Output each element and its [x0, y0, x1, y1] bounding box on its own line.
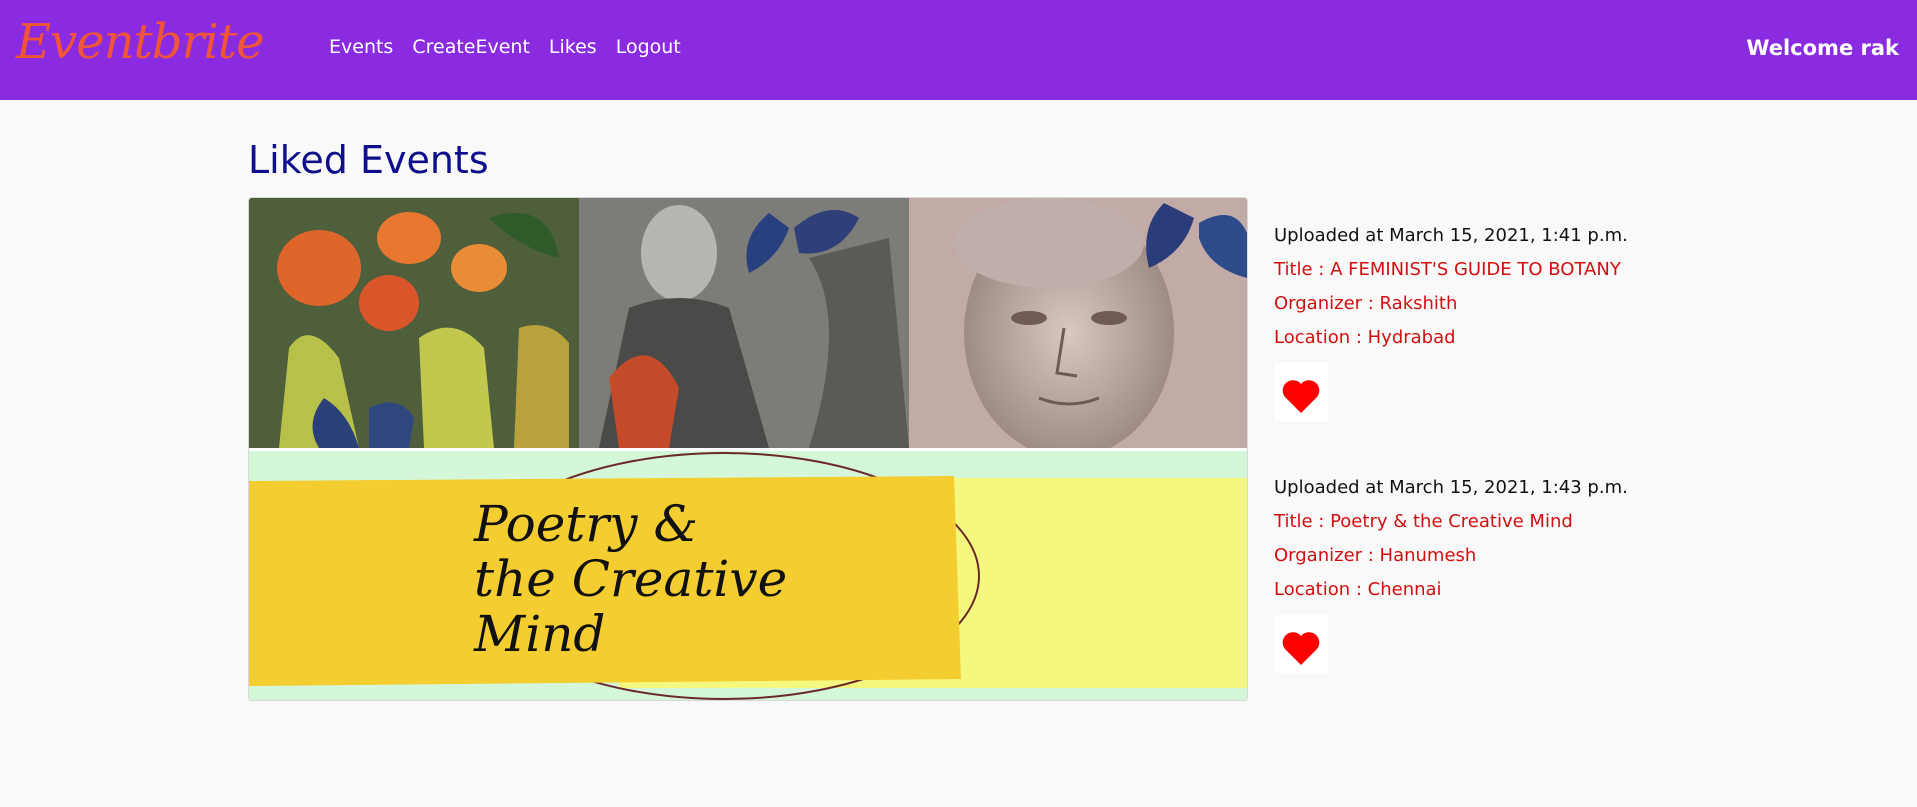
- poetry-line-3: Mind: [473, 605, 605, 663]
- event-image-botany: [249, 198, 1247, 448]
- poetry-line-1: Poetry &: [473, 495, 698, 553]
- welcome-text: Welcome rak: [1746, 36, 1899, 60]
- event-image-poetry: Poetry & the Creative Mind: [249, 451, 1247, 700]
- event-uploaded: Uploaded at March 15, 2021, 1:43 p.m.: [1274, 477, 1628, 498]
- event-organizer: Organizer : Rakshith: [1274, 293, 1458, 314]
- like-button[interactable]: [1274, 615, 1328, 673]
- like-button[interactable]: [1274, 363, 1328, 421]
- nav-link-logout[interactable]: Logout: [616, 36, 681, 58]
- event-location: Location : Chennai: [1274, 579, 1442, 600]
- nav-link-create-event[interactable]: CreateEvent: [412, 36, 530, 58]
- brand-logo[interactable]: Eventbrite: [16, 18, 264, 66]
- heart-icon: [1282, 632, 1320, 665]
- event-images-frame: Poetry & the Creative Mind: [248, 197, 1248, 701]
- poetry-line-2: the Creative: [474, 550, 787, 608]
- heart-icon: [1282, 380, 1320, 413]
- event-location: Location : Hydrabad: [1274, 327, 1456, 348]
- event-title: Title : A FEMINIST'S GUIDE TO BOTANY: [1274, 259, 1621, 280]
- nav-link-events[interactable]: Events: [329, 36, 393, 58]
- page-title: Liked Events: [248, 138, 489, 182]
- event-uploaded: Uploaded at March 15, 2021, 1:41 p.m.: [1274, 225, 1628, 246]
- event-organizer: Organizer : Hanumesh: [1274, 545, 1477, 566]
- nav-link-likes[interactable]: Likes: [549, 36, 597, 58]
- event-title: Title : Poetry & the Creative Mind: [1274, 511, 1573, 532]
- navbar: Eventbrite Events CreateEvent Likes Logo…: [0, 0, 1917, 100]
- event-info-1: Uploaded at March 15, 2021, 1:41 p.m. Ti…: [1274, 219, 1628, 421]
- nav-links: Events CreateEvent Likes Logout: [329, 36, 700, 58]
- event-info-2: Uploaded at March 15, 2021, 1:43 p.m. Ti…: [1274, 471, 1628, 673]
